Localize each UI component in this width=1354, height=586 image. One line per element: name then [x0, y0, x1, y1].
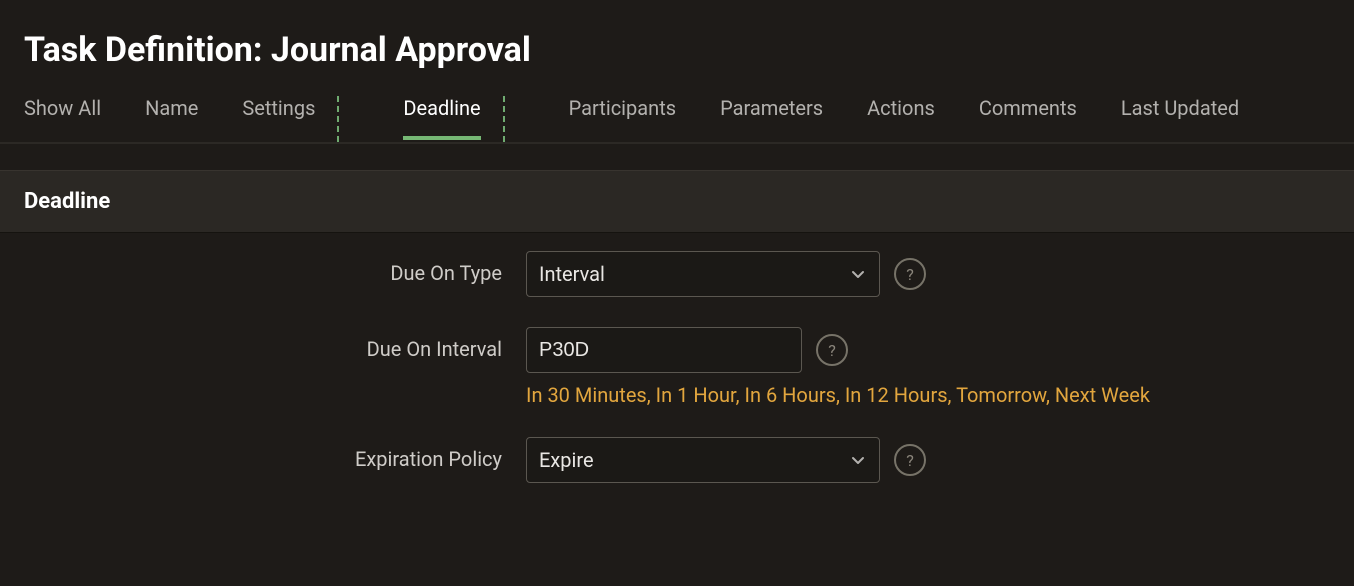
- hint-6-hours[interactable]: In 6 Hours: [745, 383, 836, 407]
- form-area: Due On Type Interval ? Due On Interval ?…: [0, 233, 1354, 501]
- tab-actions[interactable]: Actions: [867, 96, 935, 138]
- help-icon-expiration-policy[interactable]: ?: [894, 444, 926, 476]
- tab-parameters[interactable]: Parameters: [720, 96, 823, 138]
- select-due-on-type[interactable]: Interval: [526, 251, 880, 297]
- section-header-deadline: Deadline: [0, 170, 1354, 233]
- tab-show-all[interactable]: Show All: [24, 96, 101, 138]
- label-expiration-policy: Expiration Policy: [24, 437, 502, 471]
- select-expiration-policy[interactable]: Expire: [526, 437, 880, 483]
- hint-tomorrow[interactable]: Tomorrow: [956, 383, 1046, 407]
- select-due-on-type-value: Interval: [539, 262, 605, 286]
- input-due-on-interval[interactable]: [526, 327, 802, 373]
- select-expiration-policy-value: Expire: [539, 448, 594, 472]
- hint-30-minutes[interactable]: In 30 Minutes: [526, 383, 647, 407]
- tab-name[interactable]: Name: [145, 96, 198, 138]
- tab-last-updated[interactable]: Last Updated: [1121, 96, 1239, 138]
- interval-hints: In 30 Minutes, In 1 Hour, In 6 Hours, In…: [526, 383, 1150, 407]
- chevron-down-icon: [849, 451, 867, 469]
- hint-next-week[interactable]: Next Week: [1055, 383, 1150, 407]
- tab-participants[interactable]: Participants: [569, 96, 676, 138]
- tab-settings[interactable]: Settings: [242, 96, 315, 138]
- row-due-on-type: Due On Type Interval ?: [24, 251, 1330, 297]
- row-due-on-interval: Due On Interval ? In 30 Minutes, In 1 Ho…: [24, 327, 1330, 407]
- help-icon-due-on-interval[interactable]: ?: [816, 334, 848, 366]
- chevron-down-icon: [849, 265, 867, 283]
- hint-1-hour[interactable]: In 1 Hour: [656, 383, 736, 407]
- tab-comments[interactable]: Comments: [979, 96, 1077, 138]
- label-due-on-type: Due On Type: [24, 251, 502, 285]
- hint-12-hours[interactable]: In 12 Hours: [845, 383, 948, 407]
- label-due-on-interval: Due On Interval: [24, 327, 502, 361]
- row-expiration-policy: Expiration Policy Expire ?: [24, 437, 1330, 483]
- tabs: Show All Name Settings Deadline Particip…: [0, 96, 1354, 144]
- tab-deadline[interactable]: Deadline: [403, 96, 480, 138]
- page-title: Task Definition: Journal Approval: [0, 0, 1354, 96]
- help-icon-due-on-type[interactable]: ?: [894, 258, 926, 290]
